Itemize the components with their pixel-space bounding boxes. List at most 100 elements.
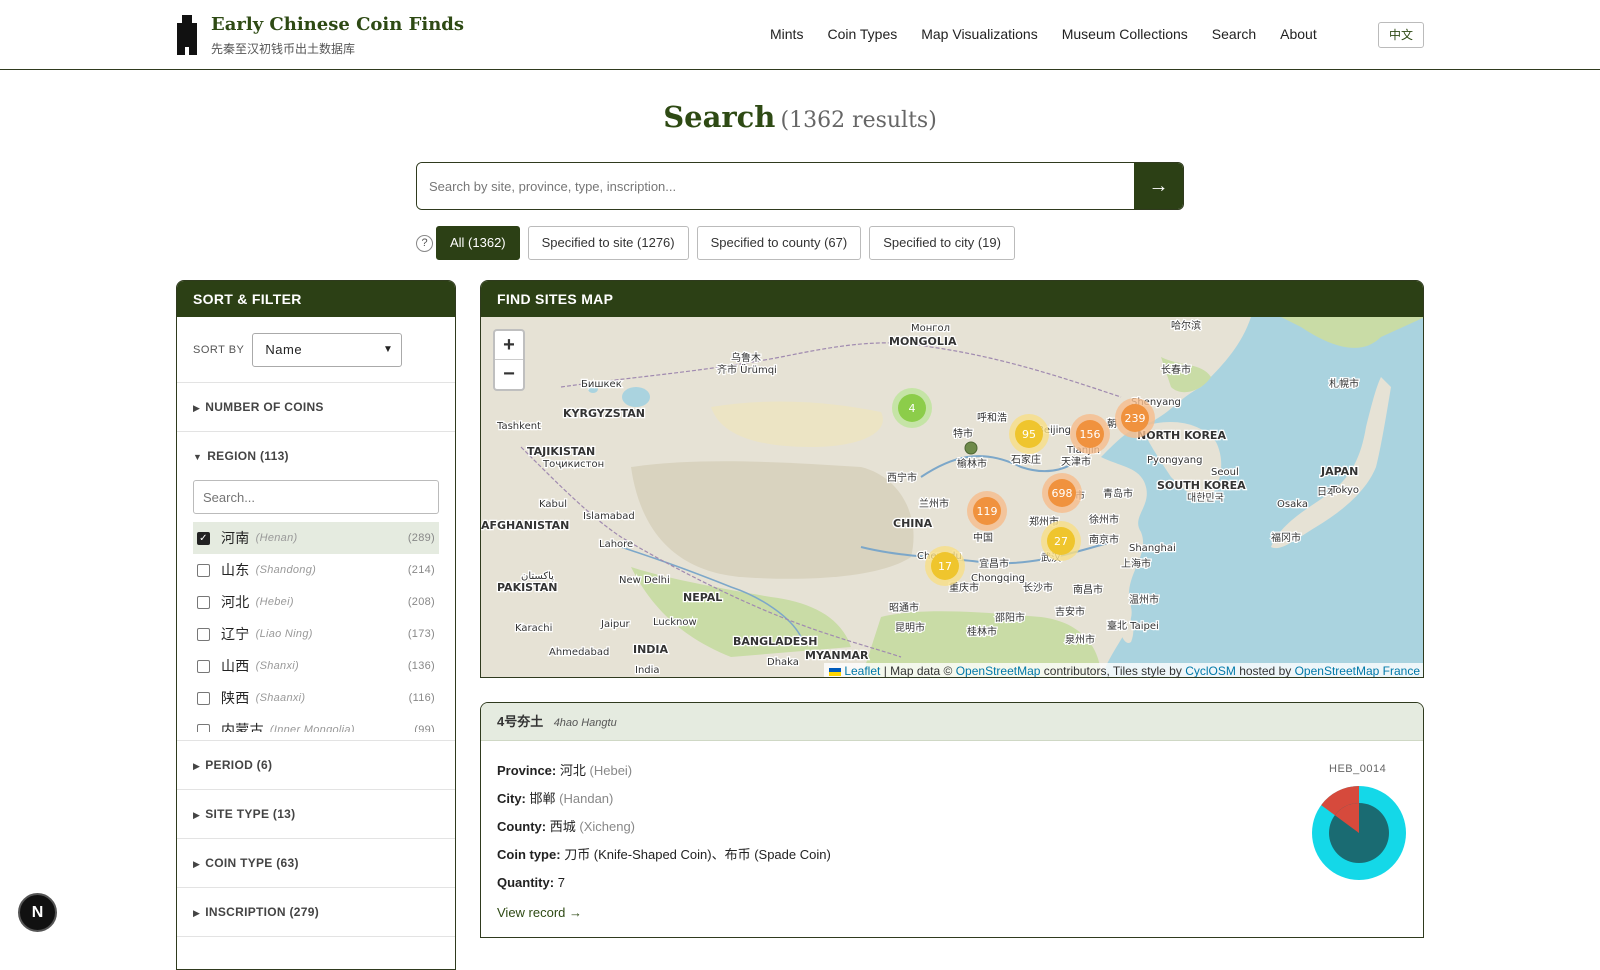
osm-link[interactable]: OpenStreetMap [956, 664, 1041, 677]
map-place-label: 南昌市 [1073, 583, 1103, 596]
cluster-count[interactable]: 17 [938, 560, 952, 573]
pill-specified-to-site[interactable]: Specified to site (1276) [527, 226, 689, 260]
nav-mints[interactable]: Mints [770, 26, 803, 42]
osm-france-link[interactable]: OpenStreetMap France [1295, 664, 1420, 677]
map-place-label: 青岛市 [1103, 487, 1133, 500]
caret-right-icon: ▶ [193, 810, 201, 820]
coin-type-value: 刀币 (Knife-Shaped Coin)、布币 (Spade Coin) [564, 847, 831, 862]
quantity-label: Quantity: [497, 875, 555, 890]
site-title[interactable]: Early Chinese Coin Finds [211, 14, 464, 35]
cluster-marker[interactable]: 4 [892, 388, 932, 428]
map-place-label: Osaka [1277, 499, 1308, 510]
checkbox-icon[interactable] [197, 563, 210, 577]
region-count: (99) [414, 724, 435, 732]
sort-by-label: SORT BY [193, 343, 245, 356]
pill-all[interactable]: All (1362) [436, 226, 520, 260]
single-site-marker[interactable] [964, 441, 978, 455]
cluster-marker[interactable]: 95 [1009, 414, 1049, 454]
nav-map-visualizations[interactable]: Map Visualizations [921, 26, 1037, 42]
cluster-marker[interactable]: 17 [925, 546, 965, 586]
language-toggle-button[interactable]: 中文 [1378, 22, 1424, 48]
region-item-inner-mongolia[interactable]: 内蒙古 (Inner Mongolia) (99) [193, 714, 439, 732]
site-name-zh[interactable]: 4号夯土 [497, 714, 543, 729]
map-zoom-control: + − [493, 329, 525, 391]
cluster-marker[interactable]: 156 [1070, 414, 1110, 454]
nav-about[interactable]: About [1280, 26, 1317, 42]
cluster-count[interactable]: 27 [1054, 535, 1068, 548]
nav-search[interactable]: Search [1212, 26, 1256, 42]
region-item-liaoning[interactable]: 辽宁 (Liao Ning) (173) [193, 618, 439, 650]
search-submit-button[interactable]: → [1134, 163, 1183, 209]
checkbox-checked-icon[interactable]: ✓ [197, 531, 210, 545]
map-place-label: 札幌市 [1329, 377, 1359, 390]
cluster-marker[interactable]: 698 [1042, 473, 1082, 513]
help-icon[interactable]: ? [416, 235, 433, 252]
filter-inscription-label: INSCRIPTION (279) [205, 905, 320, 919]
chevron-down-icon: ▼ [382, 343, 394, 355]
cluster-marker[interactable]: 239 [1115, 398, 1155, 438]
checkbox-icon[interactable] [197, 595, 210, 609]
cluster-count[interactable]: 239 [1125, 412, 1146, 425]
map-place-label: 石家庄 [1011, 453, 1041, 466]
map-place-label: 中国 [973, 531, 993, 544]
zoom-out-button[interactable]: − [495, 360, 523, 389]
map-place-label: NEPAL [683, 591, 722, 604]
view-record-link[interactable]: View record → [497, 899, 1407, 927]
region-item-shaanxi[interactable]: 陕西 (Shaanxi) (116) [193, 682, 439, 714]
map-place-label: 西宁市 [887, 471, 917, 484]
region-item-henan[interactable]: ✓ 河南 (Henan) (289) [193, 522, 439, 554]
filter-site-type[interactable]: ▶ SITE TYPE (13) [177, 790, 455, 839]
province-zh: 河北 [559, 763, 586, 778]
map-place-label: New Delhi [619, 575, 670, 586]
filter-number-of-coins[interactable]: ▶ NUMBER OF COINS [177, 383, 455, 432]
region-search-input[interactable] [193, 480, 439, 514]
nav-museum-collections[interactable]: Museum Collections [1062, 26, 1188, 42]
region-item-shanxi[interactable]: 山西 (Shanxi) (136) [193, 650, 439, 682]
cluster-count[interactable]: 4 [909, 402, 916, 415]
filter-inscription[interactable]: ▶ INSCRIPTION (279) [177, 888, 455, 937]
leaflet-link[interactable]: Leaflet [844, 664, 880, 677]
cluster-count[interactable]: 156 [1080, 428, 1101, 441]
quantity-value: 7 [557, 875, 565, 890]
cluster-marker[interactable]: 27 [1041, 521, 1081, 561]
cluster-count[interactable]: 95 [1022, 428, 1036, 441]
map-place-label: 上海市 [1121, 557, 1151, 570]
map-canvas[interactable]: Монгол MONGOLIA 哈尔滨 长春市 札幌市 乌鲁木 齐市 Ürümqi Бишке… [481, 317, 1424, 678]
province-en: (Hebei) [589, 763, 633, 778]
map-place-label: Монгол [911, 323, 950, 334]
region-item-shandong[interactable]: 山东 (Shandong) (214) [193, 554, 439, 586]
map-place-label: JAPAN [1320, 465, 1358, 478]
map-svg[interactable]: МонголMONGOLIA 哈尔滨长春市札幌市 乌鲁木齐市 Ürümqi Бишке… [481, 317, 1424, 678]
site-card-header: 4号夯土 4hao Hangtu [481, 703, 1423, 741]
checkbox-icon[interactable] [197, 691, 210, 705]
map-place-label: 特市 [953, 427, 973, 440]
map-place-label: Dhaka [767, 657, 799, 668]
filter-coin-type[interactable]: ▶ COIN TYPE (63) [177, 839, 455, 888]
pill-specified-to-city[interactable]: Specified to city (19) [869, 226, 1015, 260]
region-list[interactable]: ✓ 河南 (Henan) (289) 山东 (Shandong) (214) 河… [193, 522, 439, 732]
checkbox-icon[interactable] [197, 627, 210, 641]
map-place-label: Karachi [515, 623, 552, 634]
cyclosm-link[interactable]: CyclOSM [1185, 664, 1236, 677]
region-count: (136) [407, 660, 435, 672]
spade-coin-logo-icon[interactable] [174, 15, 200, 55]
dev-tools-bubble[interactable]: N [18, 893, 57, 932]
quantity-row: Quantity: 7 [497, 869, 1407, 897]
search-input[interactable] [417, 163, 1134, 209]
zoom-in-button[interactable]: + [495, 331, 523, 360]
checkbox-icon[interactable] [197, 659, 210, 673]
checkbox-icon[interactable] [197, 723, 210, 732]
cluster-marker[interactable]: 119 [967, 491, 1007, 531]
pill-specified-to-county[interactable]: Specified to county (67) [696, 226, 862, 260]
filter-region-toggle[interactable]: ▼ REGION (113) [193, 432, 439, 480]
site-card-body: Province: 河北 (Hebei) City: 邯郸 (Handan) C… [481, 741, 1423, 937]
cluster-count[interactable]: 698 [1052, 487, 1073, 500]
map-place-label: 南京市 [1089, 533, 1119, 546]
region-english: (Henan) [255, 532, 298, 544]
cluster-count[interactable]: 119 [977, 505, 998, 518]
sort-select[interactable]: Name ▼ [252, 332, 403, 367]
filter-period[interactable]: ▶ PERIOD (6) [177, 741, 455, 790]
region-item-hebei[interactable]: 河北 (Hebei) (208) [193, 586, 439, 618]
map-place-label: 呼和浩 [977, 412, 1007, 424]
nav-coin-types[interactable]: Coin Types [827, 26, 897, 42]
